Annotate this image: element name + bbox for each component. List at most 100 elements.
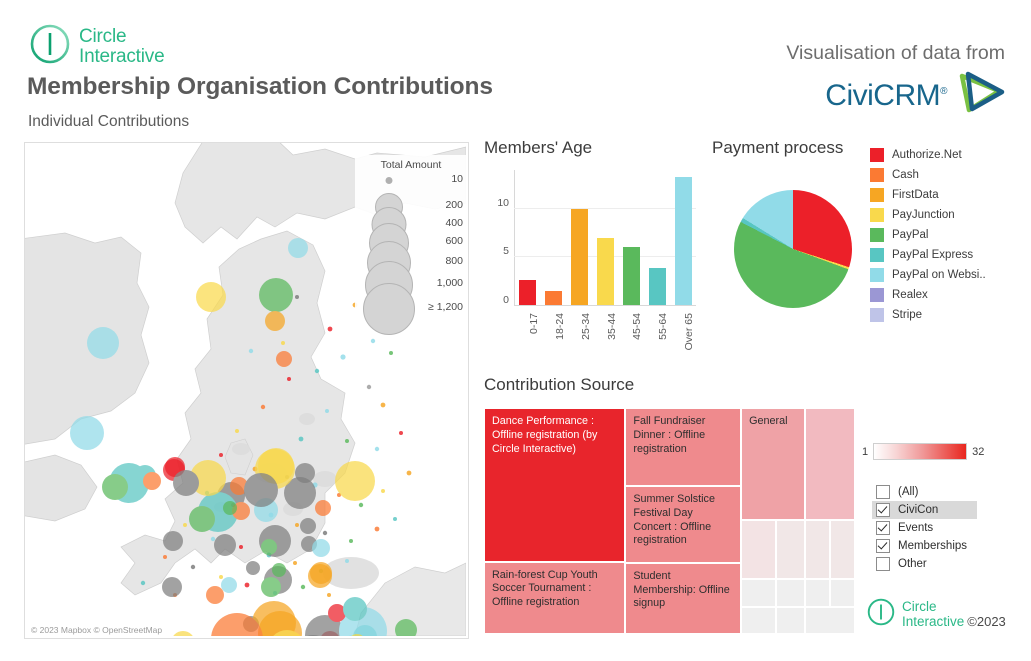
color-scale-gradient bbox=[873, 443, 968, 460]
filter-checkbox[interactable] bbox=[876, 557, 890, 571]
bar-x-label: 18-24 bbox=[553, 313, 566, 340]
map-legend-bubbles: 10 200 400 600 800 1,000 ≥ 1,200 bbox=[357, 172, 465, 336]
filter-checkbox[interactable] bbox=[876, 485, 890, 499]
payment-legend-label: Stripe bbox=[892, 309, 923, 321]
bar-slot[interactable]: 45-54 bbox=[618, 170, 644, 340]
bar[interactable] bbox=[596, 238, 615, 306]
treemap-cell[interactable] bbox=[830, 579, 855, 607]
payment-legend-label: Cash bbox=[892, 169, 919, 181]
filter-label: Events bbox=[898, 522, 934, 534]
circle-interactive-logo: Circle Interactive bbox=[28, 22, 165, 71]
registered-trademark-icon: ® bbox=[940, 85, 947, 97]
map-legend-label: 1,000 bbox=[436, 277, 463, 290]
color-scale-min-label: 1 bbox=[862, 445, 869, 458]
payment-process-title: Payment process bbox=[712, 138, 844, 157]
map-legend-label: 400 bbox=[445, 216, 463, 229]
footer-wordmark: Circle Interactive ©2023 bbox=[902, 599, 1006, 629]
bar-slot[interactable]: 25-34 bbox=[567, 170, 593, 340]
treemap-cell[interactable] bbox=[804, 520, 831, 580]
payment-legend-item[interactable]: PayPal Express bbox=[870, 245, 986, 265]
bar-slot[interactable]: 18-24 bbox=[541, 170, 567, 340]
footer-wordmark-line1: Circle bbox=[902, 599, 937, 615]
payment-legend-swatch bbox=[870, 168, 884, 182]
civicrm-wordmark-text: CiviCRM bbox=[825, 78, 941, 112]
bar[interactable] bbox=[674, 176, 692, 306]
filter-label: (All) bbox=[898, 486, 919, 498]
payment-legend-swatch bbox=[870, 208, 884, 222]
treemap-cell[interactable]: Student Membership: Offline signup bbox=[625, 562, 742, 634]
payment-legend-item[interactable]: PayJunction bbox=[870, 205, 986, 225]
source-filter-item[interactable]: Memberships bbox=[872, 537, 977, 555]
bar[interactable] bbox=[519, 279, 537, 306]
y-axis-tick: 5 bbox=[503, 245, 509, 258]
filter-checkbox[interactable] bbox=[876, 539, 890, 553]
payment-legend-item[interactable]: FirstData bbox=[870, 185, 986, 205]
treemap-cell[interactable]: Dance Performance : Offline registration… bbox=[484, 408, 626, 562]
contributions-map[interactable]: Total Amount 10 200 400 600 800 1,000 ≥ 1,200 … bbox=[24, 142, 469, 639]
treemap-cell-label: Fall Fundraiser Dinner : Offline registr… bbox=[633, 415, 706, 455]
brand-wordmark-line1: Circle bbox=[79, 25, 127, 47]
source-filter-item[interactable]: Events bbox=[872, 519, 977, 537]
bar-slot[interactable]: 35-44 bbox=[593, 170, 619, 340]
filter-label: CiviCon bbox=[898, 504, 939, 516]
payment-legend-label: Authorize.Net bbox=[892, 149, 962, 161]
filter-label: Memberships bbox=[898, 540, 968, 552]
treemap-cells[interactable]: Dance Performance : Offline registration… bbox=[484, 408, 855, 634]
civicrm-logo: CiviCRM® bbox=[825, 71, 1005, 120]
treemap-cell[interactable] bbox=[741, 606, 776, 634]
bar[interactable] bbox=[622, 246, 640, 306]
treemap-cell[interactable] bbox=[775, 579, 805, 607]
payment-legend-item[interactable]: Realex bbox=[870, 285, 986, 305]
treemap-cell[interactable]: Rain-forest Cup Youth Soccer Tournament … bbox=[484, 561, 626, 634]
payment-process-pie[interactable] bbox=[734, 190, 852, 308]
treemap-cell[interactable]: Fall Fundraiser Dinner : Offline registr… bbox=[625, 408, 742, 486]
payment-legend-label: PayPal bbox=[892, 229, 929, 241]
payment-legend-item[interactable]: PayPal bbox=[870, 225, 986, 245]
bar-slot[interactable]: 55-64 bbox=[644, 170, 670, 340]
treemap-cell[interactable] bbox=[741, 520, 776, 580]
treemap-cell[interactable] bbox=[804, 606, 855, 634]
payment-legend-label: Realex bbox=[892, 289, 928, 301]
payment-legend-swatch bbox=[870, 308, 884, 322]
treemap-cell[interactable] bbox=[741, 579, 776, 607]
bar[interactable] bbox=[648, 268, 666, 306]
footer-wordmark-line2: Interactive bbox=[902, 613, 965, 629]
payment-legend-item[interactable]: Authorize.Net bbox=[870, 145, 986, 165]
treemap-cell[interactable] bbox=[804, 408, 855, 521]
brand-wordmark-line2: Interactive bbox=[79, 45, 165, 67]
bar-slot[interactable]: 0-17 bbox=[515, 170, 541, 334]
filter-checkbox[interactable] bbox=[876, 521, 890, 535]
bar[interactable] bbox=[571, 208, 589, 306]
treemap-cell[interactable] bbox=[775, 606, 805, 634]
payment-legend-label: PayJunction bbox=[892, 209, 955, 221]
payment-process-legend: Authorize.Net Cash FirstData PayJunction Pay… bbox=[870, 145, 986, 325]
filter-checkbox[interactable] bbox=[876, 503, 890, 517]
members-age-title: Members' Age bbox=[484, 138, 593, 157]
bar[interactable] bbox=[545, 291, 563, 306]
treemap-cell[interactable] bbox=[804, 579, 831, 607]
source-filter-list[interactable]: (All) CiviCon Events Memberships Other bbox=[872, 483, 977, 573]
contribution-source-title: Contribution Source bbox=[484, 375, 635, 394]
bar-slot[interactable]: Over 65 bbox=[670, 170, 696, 350]
treemap-cell[interactable] bbox=[775, 520, 805, 580]
treemap-cell[interactable]: Summer Solstice Festival Day Concert : O… bbox=[625, 485, 742, 563]
source-filter-item[interactable]: CiviCon bbox=[872, 501, 977, 519]
payment-legend-item[interactable]: Cash bbox=[870, 165, 986, 185]
map-legend-label: 10 bbox=[451, 172, 463, 185]
payment-legend-swatch bbox=[870, 228, 884, 242]
source-filter-item[interactable]: Other bbox=[872, 555, 977, 573]
treemap-cell[interactable] bbox=[830, 520, 855, 580]
treemap-cell[interactable]: General bbox=[741, 408, 805, 521]
map-legend-bubble bbox=[385, 177, 393, 184]
x-axis-line bbox=[514, 305, 696, 306]
payment-legend-item[interactable]: PayPal on Websi.. bbox=[870, 265, 986, 285]
civicrm-triangle-icon bbox=[955, 71, 1005, 120]
circle-interactive-mark-icon bbox=[28, 22, 72, 71]
payment-legend-item[interactable]: Stripe bbox=[870, 305, 986, 325]
bar-x-label: 45-54 bbox=[631, 313, 644, 340]
civicrm-wordmark: CiviCRM® bbox=[825, 79, 947, 113]
source-filter-item[interactable]: (All) bbox=[872, 483, 977, 501]
payment-legend-swatch bbox=[870, 148, 884, 162]
dashboard-header: Circle Interactive Membership Organisati… bbox=[0, 0, 1031, 130]
members-age-chart: Members' Age 0 5 10 0-17 18-24 25-34 35-44 45-… bbox=[484, 138, 706, 366]
